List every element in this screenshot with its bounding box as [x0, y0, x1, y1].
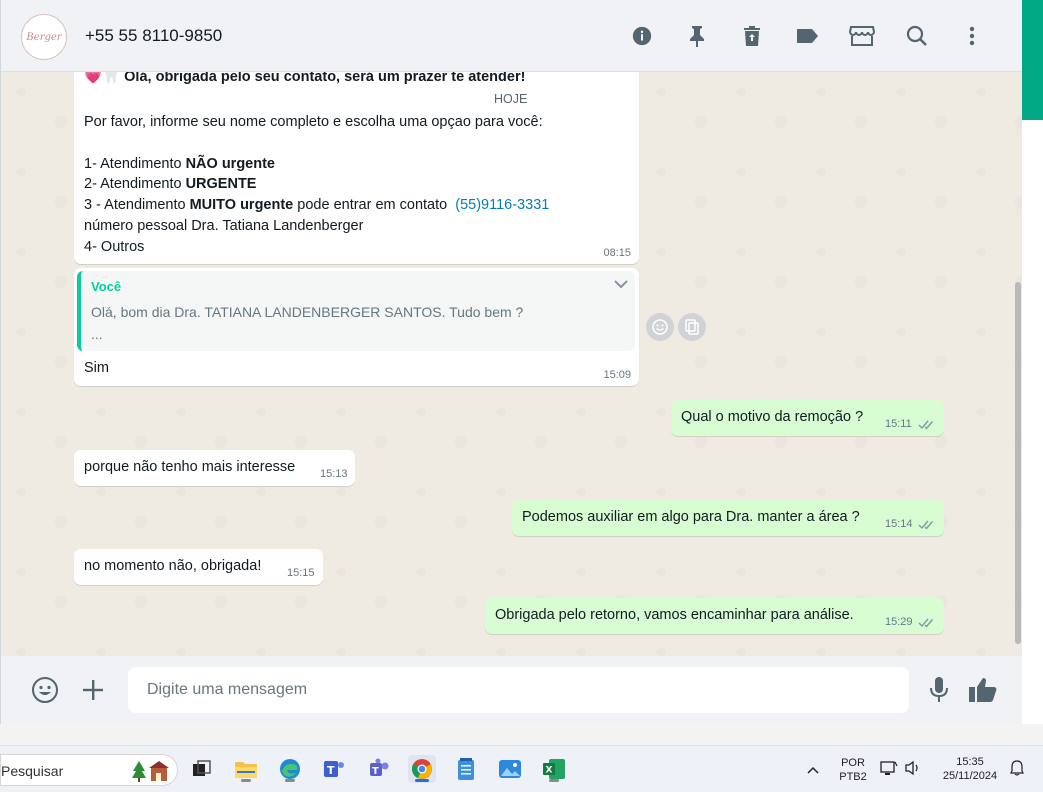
header-actions	[614, 22, 999, 50]
read-ticks-icon	[918, 616, 936, 632]
copy-icon[interactable]	[678, 313, 706, 341]
option-3-line2: número pessoal Dra. Tatiana Landenberger	[84, 217, 364, 234]
message-input[interactable]: Digite uma mensagem	[128, 667, 909, 713]
attach-plus-icon[interactable]	[81, 678, 105, 702]
heart-emoji-icon: 💗	[84, 72, 103, 85]
message-text: no momento não, obrigada!	[84, 558, 262, 574]
message-text: Podemos auxiliar em algo para Dra. mante…	[522, 509, 860, 525]
tooth-emoji-icon: 🦷	[102, 72, 121, 85]
message-incoming-welcome[interactable]: 💗🦷 Olá, obrigada pelo seu contato, será …	[74, 72, 639, 264]
teams-work-icon[interactable]: T	[364, 755, 392, 783]
file-explorer-icon[interactable]	[232, 755, 260, 783]
quote-text: Olá, bom dia Dra. TATIANA LANDENBERGER S…	[91, 304, 524, 342]
message-outgoing[interactable]: Obrigada pelo retorno, vamos encaminhar …	[485, 598, 944, 634]
message-text: porque não tenho mais interesse	[84, 459, 296, 475]
task-view-icon[interactable]	[188, 755, 216, 783]
contact-avatar[interactable]: Berger	[21, 14, 67, 60]
read-ticks-icon	[918, 418, 936, 434]
microphone-icon[interactable]	[929, 676, 949, 704]
message-incoming[interactable]: porque não tenho mais interesse 15:13	[74, 450, 355, 486]
message-input-placeholder: Digite uma mensagem	[147, 681, 308, 698]
whatsapp-window: Berger +55 55 8110-9850 💗🦷 Olá, obrigada…	[0, 0, 1023, 724]
message-text: Qual o motivo da remoção ?	[681, 409, 864, 425]
message-outgoing[interactable]: Podemos auxiliar em algo para Dra. mante…	[512, 500, 944, 536]
option-4: 4- Outros	[84, 238, 145, 255]
svg-text:T: T	[327, 764, 335, 777]
chat-scrollbar[interactable]	[1015, 282, 1021, 644]
window-edge	[1022, 0, 1043, 724]
notepad-icon[interactable]	[452, 755, 480, 783]
message-text: Obrigada pelo retorno, vamos encaminhar …	[495, 607, 854, 623]
svg-text:X: X	[546, 766, 553, 776]
message-time: 15:11	[885, 418, 912, 430]
message-outgoing[interactable]: Qual o motivo da remoção ? 15:11	[671, 400, 944, 436]
message-time: 15:29	[885, 616, 913, 628]
store-icon[interactable]	[834, 22, 889, 50]
volume-icon[interactable]	[904, 760, 922, 781]
message-incoming-reply[interactable]: Você Olá, bom dia Dra. TATIANA LANDENBER…	[74, 268, 639, 386]
keyboard-language[interactable]: POR PTB2	[836, 756, 870, 784]
system-clock[interactable]: 15:35 25/11/2024	[934, 755, 1006, 783]
teams-personal-icon[interactable]: T	[320, 755, 348, 783]
quoted-message[interactable]: Você Olá, bom dia Dra. TATIANA LANDENBER…	[77, 271, 635, 351]
chat-messages-area[interactable]: 💗🦷 Olá, obrigada pelo seu contato, será …	[1, 72, 1023, 656]
delete-icon[interactable]	[724, 22, 779, 50]
message-time: 15:14	[885, 518, 913, 530]
option-3: 3 - Atendimento MUITO urgente pode entra…	[84, 197, 550, 214]
day-separator: HOJE	[494, 92, 528, 106]
menu-icon[interactable]	[944, 22, 999, 50]
excel-icon[interactable]: X	[540, 755, 568, 783]
taskbar-search[interactable]: Pesquisar	[0, 754, 178, 786]
windows-taskbar: Pesquisar T T X POR PTB2 15:35 25/11/202…	[0, 745, 1043, 792]
message-time: 15:09	[603, 369, 631, 381]
option-2: 2- Atendimento URGENTE	[84, 176, 257, 193]
message-hover-actions	[646, 313, 706, 341]
taskbar-search-placeholder: Pesquisar	[1, 763, 64, 779]
avatar-logo-text: Berger	[26, 31, 62, 43]
welcome-intro: Por favor, informe seu nome completo e e…	[84, 114, 543, 130]
pin-icon[interactable]	[669, 22, 724, 50]
christmas-tree-icon	[131, 759, 171, 788]
thumbs-up-icon[interactable]	[968, 676, 998, 704]
desktop-gap	[0, 724, 1043, 745]
option-1: 1- Atendimento NÃO urgente	[84, 155, 275, 172]
chevron-down-icon[interactable]	[613, 277, 629, 293]
read-ticks-icon	[918, 518, 936, 534]
info-icon[interactable]	[614, 22, 669, 50]
network-icon[interactable]	[880, 760, 898, 781]
message-time: 08:15	[603, 247, 631, 259]
label-icon[interactable]	[779, 22, 834, 50]
message-time: 15:15	[287, 567, 315, 579]
search-icon[interactable]	[889, 22, 944, 50]
message-time: 15:13	[320, 468, 348, 480]
notification-bell-icon[interactable]	[1010, 760, 1024, 781]
phone-link[interactable]: (55)9116-3331	[455, 197, 549, 213]
welcome-body: Por favor, informe seu nome completo e e…	[84, 112, 549, 258]
edge-browser-icon[interactable]	[276, 755, 304, 783]
contact-name[interactable]: +55 55 8110-9850	[85, 26, 222, 46]
svg-text:T: T	[372, 766, 379, 777]
photos-icon[interactable]	[496, 755, 524, 783]
message-text: Sim	[84, 360, 109, 376]
chat-header: Berger +55 55 8110-9850	[1, 0, 1023, 72]
welcome-headline: 💗🦷 Olá, obrigada pelo seu contato, será …	[84, 72, 525, 85]
compose-bar: Digite uma mensagem	[1, 656, 1023, 724]
emoji-reaction-icon[interactable]	[646, 313, 674, 341]
quote-author: Você	[91, 279, 122, 294]
chrome-icon[interactable]	[408, 755, 436, 783]
tray-chevron-up-icon[interactable]	[806, 762, 820, 780]
message-incoming[interactable]: no momento não, obrigada! 15:15	[74, 549, 323, 585]
emoji-icon[interactable]	[31, 676, 59, 704]
